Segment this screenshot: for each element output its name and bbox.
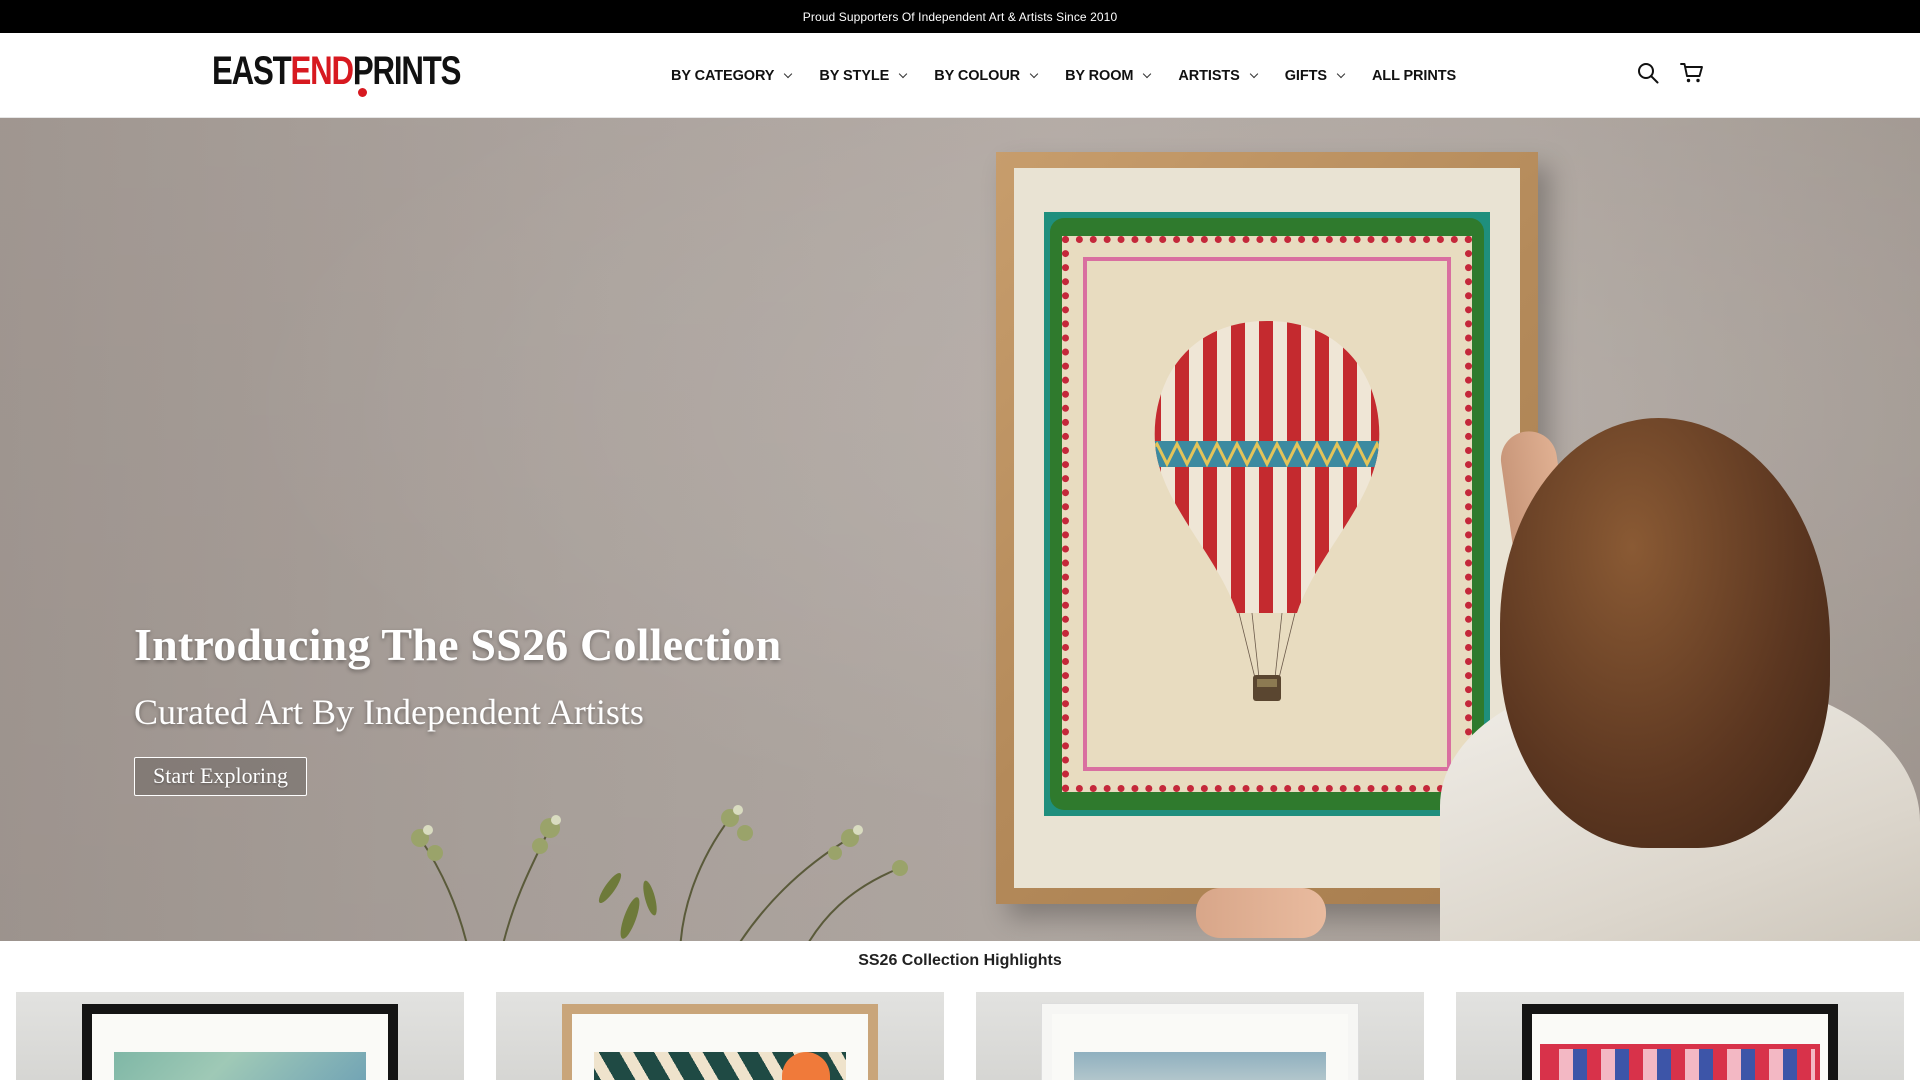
chevron-down-icon bbox=[1029, 69, 1039, 78]
chevron-down-icon bbox=[898, 69, 908, 78]
woman-hair bbox=[1500, 418, 1830, 848]
highlights-grid bbox=[0, 992, 1920, 1080]
nav-gifts[interactable]: GIFTS bbox=[1284, 67, 1346, 84]
product-card[interactable] bbox=[976, 992, 1424, 1080]
nav-label: ARTISTS bbox=[1178, 67, 1240, 84]
site-logo[interactable]: EAST END PRINTS bbox=[212, 49, 462, 101]
highlights-title: SS26 Collection Highlights bbox=[858, 952, 1062, 969]
nav-by-room[interactable]: BY ROOM bbox=[1065, 67, 1152, 84]
nav-artists[interactable]: ARTISTS bbox=[1178, 67, 1258, 84]
logo-dot bbox=[358, 88, 367, 97]
thumbnail-artwork bbox=[1540, 1044, 1820, 1080]
nav-by-colour[interactable]: BY COLOUR bbox=[934, 67, 1039, 84]
hero-copy: Introducing The SS26 Collection Curated … bbox=[134, 618, 781, 796]
nav-label: BY STYLE bbox=[819, 67, 890, 84]
chevron-down-icon bbox=[784, 69, 793, 78]
nav-label: ALL PRINTS bbox=[1371, 67, 1457, 84]
black-frame-thumbnail bbox=[1522, 1004, 1838, 1080]
nav-by-category[interactable]: BY CATEGORY bbox=[671, 67, 793, 84]
balloon-artwork bbox=[1044, 212, 1490, 816]
announcement-text: Proud Supporters Of Independent Art & Ar… bbox=[802, 9, 1118, 24]
white-frame-thumbnail bbox=[1042, 1004, 1358, 1080]
announcement-bar: Proud Supporters Of Independent Art & Ar… bbox=[0, 0, 1920, 33]
main-nav: BY CATEGORY BY STYLE BY COLOUR BY ROOM A… bbox=[671, 33, 1484, 118]
start-exploring-button[interactable]: Start Exploring bbox=[134, 757, 308, 796]
woman-hanging-print bbox=[1440, 418, 1920, 941]
logo-part-end: END bbox=[290, 49, 355, 93]
product-card[interactable] bbox=[1456, 992, 1904, 1080]
thumbnail-artwork bbox=[114, 1052, 366, 1080]
cart-icon[interactable] bbox=[1680, 61, 1704, 85]
search-icon[interactable] bbox=[1636, 61, 1660, 85]
header-icons bbox=[1636, 61, 1704, 85]
hero-title: Introducing The SS26 Collection bbox=[134, 619, 782, 670]
product-card[interactable] bbox=[16, 992, 464, 1080]
nav-by-style[interactable]: BY STYLE bbox=[819, 67, 908, 84]
oak-frame-thumbnail bbox=[562, 1004, 878, 1080]
chevron-down-icon bbox=[1143, 69, 1152, 78]
logo-part-prints: PRINTS bbox=[352, 49, 462, 93]
chevron-down-icon bbox=[1336, 69, 1346, 78]
nav-all-prints[interactable]: ALL PRINTS bbox=[1372, 68, 1456, 84]
black-frame-thumbnail bbox=[82, 1004, 398, 1080]
site-header: EAST END PRINTS BY CATEGORY BY STYLE BY … bbox=[0, 33, 1920, 118]
art-dotted-border bbox=[1062, 236, 1472, 792]
nav-label: BY CATEGORY bbox=[671, 67, 775, 84]
hero-subtitle: Curated Art By Independent Artists bbox=[134, 692, 644, 732]
nav-label: GIFTS bbox=[1284, 67, 1327, 84]
nav-label: BY ROOM bbox=[1065, 67, 1134, 84]
nav-label: BY COLOUR bbox=[934, 67, 1021, 84]
hand-on-frame bbox=[1196, 888, 1326, 938]
thumbnail-artwork bbox=[1074, 1052, 1326, 1080]
logo-part-east: EAST bbox=[212, 49, 292, 93]
product-card[interactable] bbox=[496, 992, 944, 1080]
hero-banner[interactable]: Introducing The SS26 Collection Curated … bbox=[0, 118, 1920, 941]
hot-air-balloon-illustration bbox=[1154, 321, 1380, 701]
chevron-down-icon bbox=[1249, 69, 1258, 78]
